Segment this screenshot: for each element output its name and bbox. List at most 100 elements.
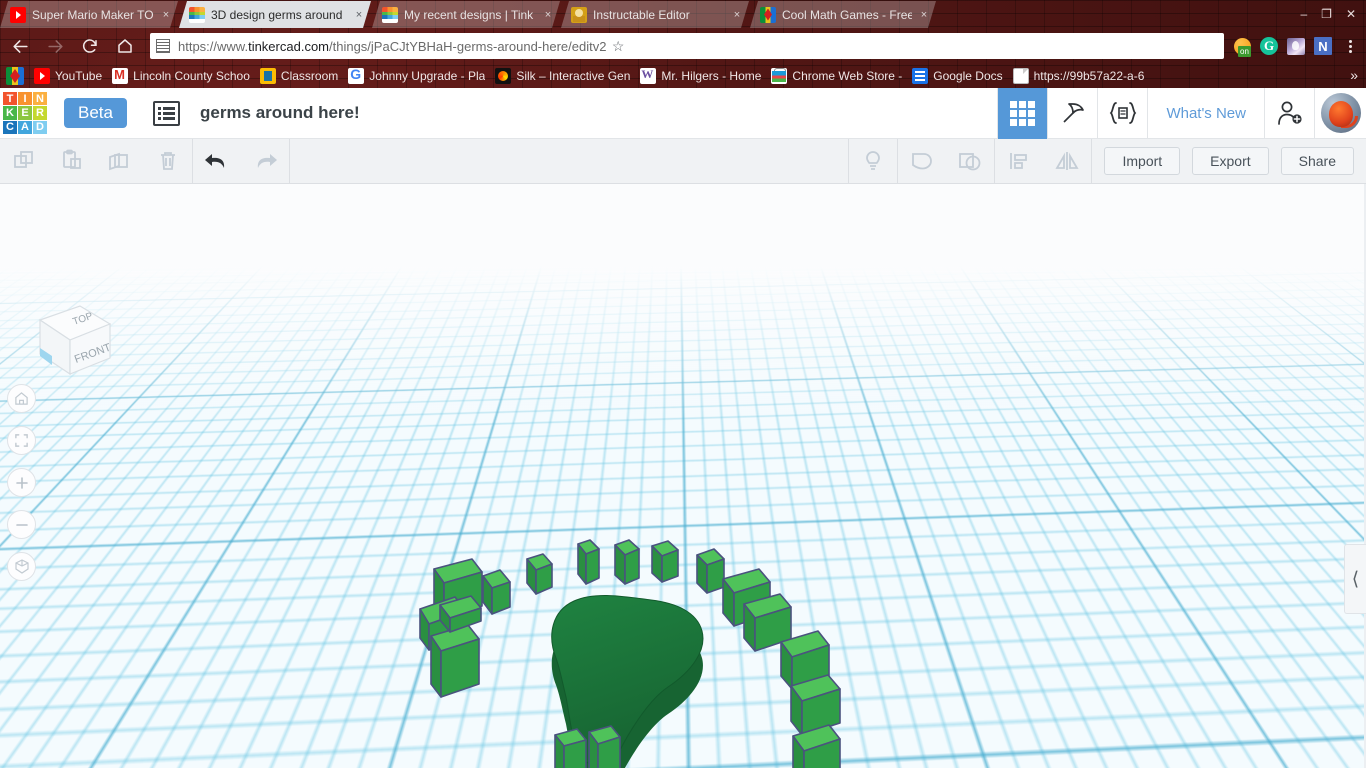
tab-title: Instructable Editor	[593, 7, 690, 22]
import-button[interactable]: Import	[1104, 147, 1181, 175]
gmail-icon	[112, 68, 129, 84]
logo-tile: C	[3, 120, 17, 134]
address-bar[interactable]: https://www.tinkercad.com/things/jPaCJtY…	[150, 33, 1224, 59]
minimize-button[interactable]: –	[1300, 7, 1307, 21]
tinkercad-logo[interactable]: T I N K E R C A D	[2, 91, 48, 135]
blocks-grid-icon[interactable]	[997, 88, 1048, 139]
redo-icon[interactable]	[241, 139, 289, 184]
bookmark-label: Google Docs	[933, 69, 1003, 83]
logo-tile: I	[18, 92, 32, 106]
bookmarks-overflow-button[interactable]: »	[1350, 67, 1358, 83]
bookmark-item[interactable]: Google Docs	[912, 68, 1003, 84]
tab-close-button[interactable]: ×	[916, 7, 932, 23]
grammarly-icon[interactable]: G	[1257, 34, 1281, 58]
avatar[interactable]	[1314, 88, 1366, 139]
codeblocks-icon[interactable]	[1097, 88, 1147, 139]
scene-box[interactable]	[526, 553, 553, 595]
browser-tab[interactable]: Instructable Editor ×	[561, 1, 749, 28]
beta-badge[interactable]: Beta	[64, 98, 127, 128]
bookmark-label: Mr. Hilgers - Home	[661, 69, 762, 83]
chrome-menu-icon[interactable]	[1338, 34, 1362, 58]
close-window-button[interactable]: ✕	[1346, 7, 1356, 21]
scene-box[interactable]	[651, 540, 679, 583]
bookmark-label: Classroom	[280, 69, 339, 83]
tab-title: My recent designs | Tink	[404, 7, 534, 22]
design-list-icon[interactable]	[152, 100, 180, 126]
duplicate-icon[interactable]	[96, 139, 144, 184]
page-title[interactable]: germs around here!	[200, 103, 360, 123]
scene-box[interactable]	[430, 624, 480, 698]
tab-title: Super Mario Maker TOP	[32, 7, 154, 22]
zoom-in-button[interactable]	[7, 468, 36, 497]
group-icon[interactable]	[898, 139, 946, 184]
home-view-icon[interactable]	[7, 384, 36, 413]
3d-viewport[interactable]: TOP FRONT ⟨ Edit Gr	[0, 184, 1366, 768]
apps-icon[interactable]	[6, 67, 24, 85]
pickaxe-icon[interactable]	[1047, 88, 1097, 139]
export-button[interactable]: Export	[1192, 147, 1269, 175]
tab-close-button[interactable]: ×	[351, 7, 367, 23]
reload-icon[interactable]	[75, 31, 105, 61]
instructables-icon	[571, 7, 587, 23]
undo-icon[interactable]	[193, 139, 241, 184]
weebly-icon	[640, 68, 657, 84]
bookmark-item[interactable]: Chrome Web Store -	[771, 68, 902, 84]
bookmark-item[interactable]: Mr. Hilgers - Home	[640, 68, 761, 84]
onenote-icon[interactable]: N	[1311, 34, 1335, 58]
tab-close-button[interactable]: ×	[729, 7, 745, 23]
bookmark-item[interactable]: Johnny Upgrade - Pla	[348, 68, 485, 84]
maximize-button[interactable]: ❐	[1321, 7, 1332, 21]
perspective-toggle-icon[interactable]	[7, 552, 36, 581]
bookmark-item[interactable]: Lincoln County Schoo	[112, 68, 250, 84]
scene-box[interactable]	[696, 548, 725, 594]
align-icon[interactable]	[995, 139, 1043, 184]
tab-close-button[interactable]: ×	[158, 7, 174, 23]
google-classroom-icon	[259, 68, 276, 84]
home-icon[interactable]	[110, 31, 140, 61]
unicorn-extension-icon[interactable]	[1284, 34, 1308, 58]
bookmark-item[interactable]: YouTube	[34, 68, 102, 84]
germ-model[interactable]	[0, 184, 1366, 768]
logo-tile: T	[3, 92, 17, 106]
bookmark-label: Johnny Upgrade - Pla	[369, 69, 486, 83]
url-prefix: https://www.	[178, 38, 249, 54]
scene-box[interactable]	[554, 728, 587, 768]
paste-icon[interactable]	[48, 139, 96, 184]
browser-tab[interactable]: My recent designs | Tink ×	[372, 1, 560, 28]
copy-icon[interactable]	[0, 139, 48, 184]
navigation-bar: https://www.tinkercad.com/things/jPaCJtY…	[0, 28, 1366, 64]
browser-tab[interactable]: Cool Math Games - Free ×	[750, 1, 936, 28]
scene-box[interactable]	[790, 674, 841, 736]
url-text: https://www.tinkercad.com/things/jPaCJtY…	[178, 39, 606, 54]
page-info-icon[interactable]	[156, 39, 170, 53]
tinkercad-icon	[382, 7, 398, 23]
bookmark-item[interactable]: https://99b57a22-a-6	[1012, 68, 1144, 84]
ungroup-icon[interactable]	[946, 139, 994, 184]
fit-to-view-icon[interactable]	[7, 426, 36, 455]
whats-new-link[interactable]: What's New	[1147, 88, 1264, 139]
back-icon[interactable]	[5, 31, 35, 61]
mirror-icon[interactable]	[1043, 139, 1091, 184]
browser-tab[interactable]: Super Mario Maker TOP ×	[0, 1, 178, 28]
trash-icon[interactable]	[144, 139, 192, 184]
edit-toolbar: Import Export Share	[0, 138, 1366, 184]
view-cube[interactable]: TOP FRONT	[22, 296, 112, 384]
bookmark-star-icon[interactable]: ☆	[606, 38, 625, 55]
zoom-out-button[interactable]	[7, 510, 36, 539]
bookmark-item[interactable]: Silk – Interactive Gen	[495, 68, 630, 84]
share-button[interactable]: Share	[1280, 147, 1354, 175]
scene-box[interactable]	[614, 539, 640, 585]
tinkercad-icon	[189, 7, 205, 23]
coolmath-icon	[760, 7, 776, 23]
lightbulb-workplane-icon[interactable]	[849, 139, 897, 184]
tab-close-button[interactable]: ×	[540, 7, 556, 23]
browser-tab-active[interactable]: 3D design germs around ×	[179, 1, 371, 28]
bookmark-item[interactable]: Classroom	[259, 68, 339, 84]
person-add-icon[interactable]	[1264, 88, 1314, 139]
scene-box[interactable]	[577, 539, 600, 585]
scene-box[interactable]	[588, 725, 621, 768]
scene-box[interactable]	[482, 569, 511, 615]
logo-tile: N	[33, 92, 47, 106]
orange-extension-icon[interactable]: on	[1230, 34, 1254, 58]
panel-collapse-button[interactable]: ⟨	[1344, 544, 1366, 614]
